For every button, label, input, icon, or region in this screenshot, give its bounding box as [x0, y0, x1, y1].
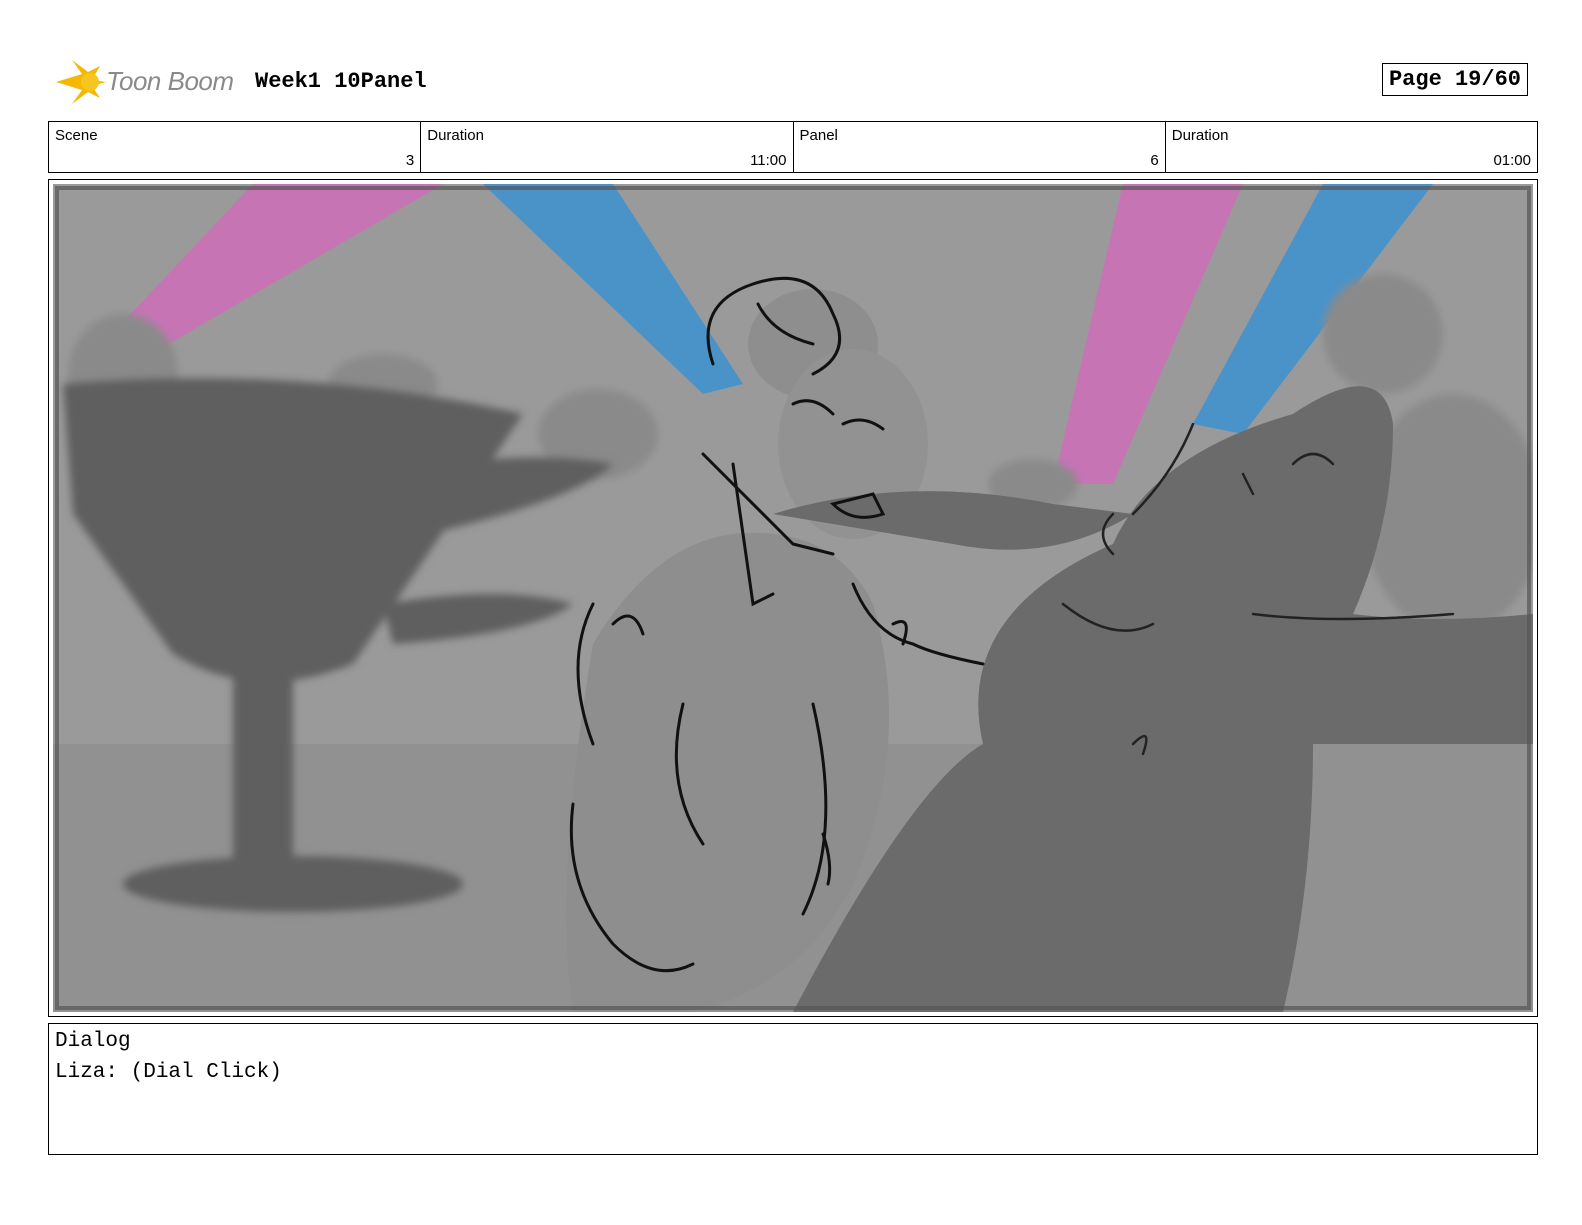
panel-label: Panel [799, 127, 838, 144]
toon-boom-logo: Toon Boom [52, 56, 242, 108]
dialog-box: Dialog Liza: (Dial Click) [48, 1023, 1538, 1155]
scene-duration-label: Duration [427, 127, 484, 144]
panel-value: 6 [1150, 152, 1159, 169]
project-title: Week1 10Panel [255, 69, 427, 94]
panel-duration-label: Duration [1171, 127, 1229, 144]
panel-frame [48, 179, 1538, 1017]
panel-cell: Panel 6 [794, 122, 1166, 172]
starburst-icon [56, 60, 106, 104]
logo-text: Toon Boom [106, 66, 234, 96]
dialog-line: Liza: (Dial Click) [55, 1061, 282, 1084]
info-table: Scene 3 Duration 11:00 Panel 6 Duration … [48, 121, 1538, 173]
scene-cell: Scene 3 [49, 122, 422, 172]
storyboard-sketch [53, 184, 1533, 1012]
panel-duration-value: 01:00 [1493, 152, 1531, 169]
scene-duration-value: 11:00 [750, 152, 787, 169]
scene-label: Scene [55, 127, 98, 144]
panel-duration-cell: Duration 01:00 [1166, 122, 1537, 172]
dialog-heading: Dialog [55, 1030, 131, 1053]
scene-duration-cell: Duration 11:00 [421, 122, 794, 172]
page-number: Page 19/60 [1381, 63, 1528, 96]
storyboard-header: Toon Boom Week1 10Panel Page 19/60 [50, 56, 1540, 108]
scene-value: 3 [405, 152, 415, 169]
